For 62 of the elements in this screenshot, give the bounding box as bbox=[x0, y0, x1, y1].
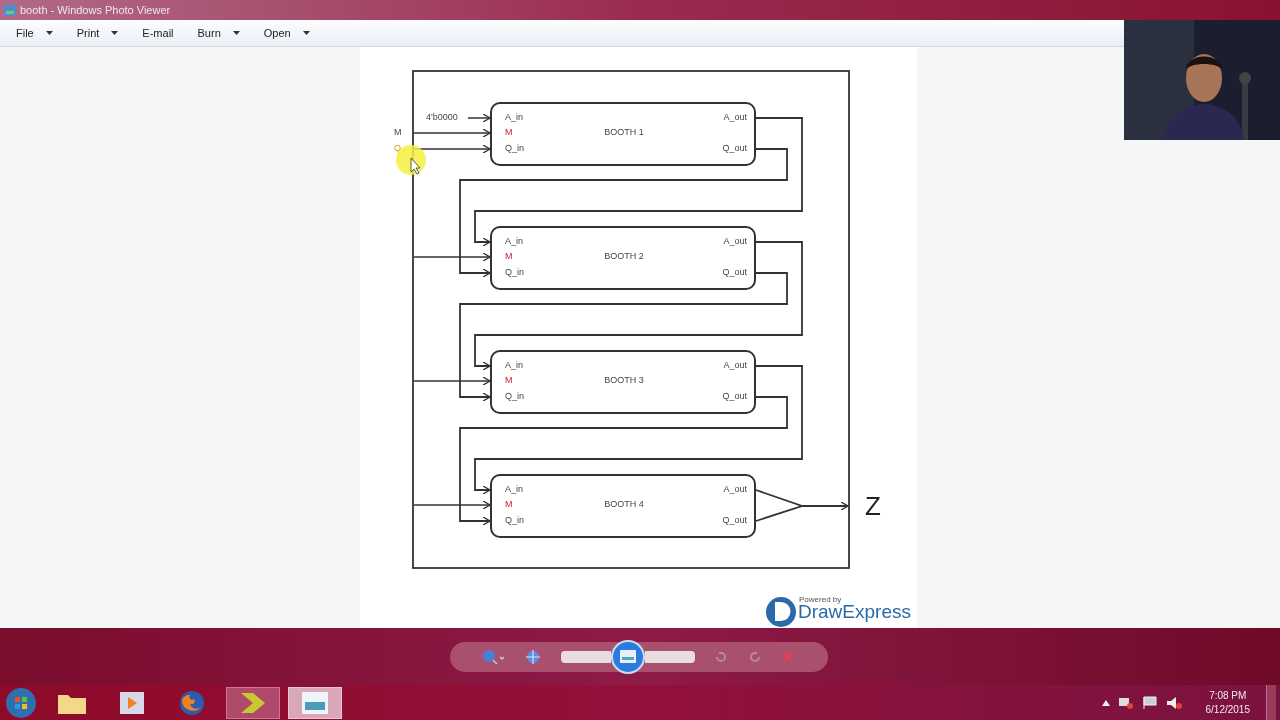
port-label: A_out bbox=[723, 360, 747, 371]
constant-label: 4'b0000 bbox=[426, 112, 458, 123]
port-label: Q_in bbox=[505, 391, 524, 402]
slideshow-icon bbox=[619, 650, 636, 663]
chevron-icon bbox=[239, 690, 267, 715]
next-button[interactable] bbox=[644, 650, 695, 663]
port-label: Q_out bbox=[722, 143, 747, 154]
block-title: BOOTH 3 bbox=[604, 375, 644, 386]
port-label: M bbox=[505, 127, 513, 138]
clock-time: 7:08 PM bbox=[1209, 688, 1247, 703]
port-label: M bbox=[505, 499, 513, 510]
block-title: BOOTH 4 bbox=[604, 499, 644, 510]
fit-window-icon[interactable] bbox=[525, 648, 542, 665]
taskbar-button[interactable] bbox=[226, 686, 280, 719]
menu-item[interactable]: File bbox=[12, 24, 57, 42]
network-icon[interactable] bbox=[1117, 695, 1134, 710]
block-title: BOOTH 1 bbox=[604, 127, 644, 138]
port-label: M bbox=[505, 375, 513, 386]
menu-item[interactable]: Print bbox=[72, 24, 123, 42]
caret-icon bbox=[302, 31, 310, 35]
flag-icon[interactable] bbox=[1141, 695, 1158, 710]
clock[interactable]: 7:08 PM 6/12/2015 bbox=[1197, 688, 1258, 717]
taskbar-button[interactable] bbox=[288, 686, 342, 719]
window-title: booth - Windows Photo Viewer bbox=[20, 2, 171, 18]
cursor-highlight-icon bbox=[396, 145, 426, 175]
app-icon bbox=[4, 4, 16, 16]
caret-icon bbox=[111, 31, 119, 35]
tray-arrow-icon[interactable] bbox=[1101, 699, 1110, 706]
watermark-caption: Powered by bbox=[799, 595, 842, 605]
port-label: A_out bbox=[723, 236, 747, 247]
photo-viewer-icon bbox=[302, 691, 328, 714]
port-label: Q_out bbox=[722, 515, 747, 526]
port-label: A_out bbox=[723, 112, 747, 123]
start-orb-icon[interactable] bbox=[4, 685, 38, 720]
port-label: A_in bbox=[505, 236, 523, 247]
port-label: A_out bbox=[723, 484, 747, 495]
merge-lines bbox=[755, 489, 805, 522]
input-label: Q bbox=[394, 143, 401, 154]
menu-item[interactable]: Open bbox=[259, 24, 314, 42]
port-label: Q_out bbox=[722, 267, 747, 278]
speaker-icon[interactable] bbox=[1165, 695, 1182, 710]
caret-icon bbox=[232, 31, 240, 35]
menu-item[interactable]: Burn bbox=[193, 24, 244, 42]
port-label: A_in bbox=[505, 484, 523, 495]
slideshow-button[interactable] bbox=[610, 639, 645, 674]
input-label: M bbox=[394, 127, 402, 138]
port-label: Q_out bbox=[722, 391, 747, 402]
block-title: BOOTH 2 bbox=[604, 251, 644, 262]
port-label: Q_in bbox=[505, 267, 524, 278]
clock-date: 6/12/2015 bbox=[1205, 702, 1250, 717]
connector-arrow bbox=[801, 501, 849, 511]
menu-item[interactable]: E-mail bbox=[138, 24, 178, 42]
browser-icon bbox=[179, 689, 205, 716]
port-label: Q_in bbox=[505, 143, 524, 154]
port-label: A_in bbox=[505, 112, 523, 123]
output-label: Z bbox=[865, 490, 881, 521]
port-label: M bbox=[505, 251, 513, 262]
caret-icon bbox=[45, 31, 53, 35]
media-player-icon bbox=[120, 691, 144, 714]
previous-button[interactable] bbox=[560, 650, 611, 663]
port-label: Q_in bbox=[505, 515, 524, 526]
port-label: A_in bbox=[505, 360, 523, 371]
